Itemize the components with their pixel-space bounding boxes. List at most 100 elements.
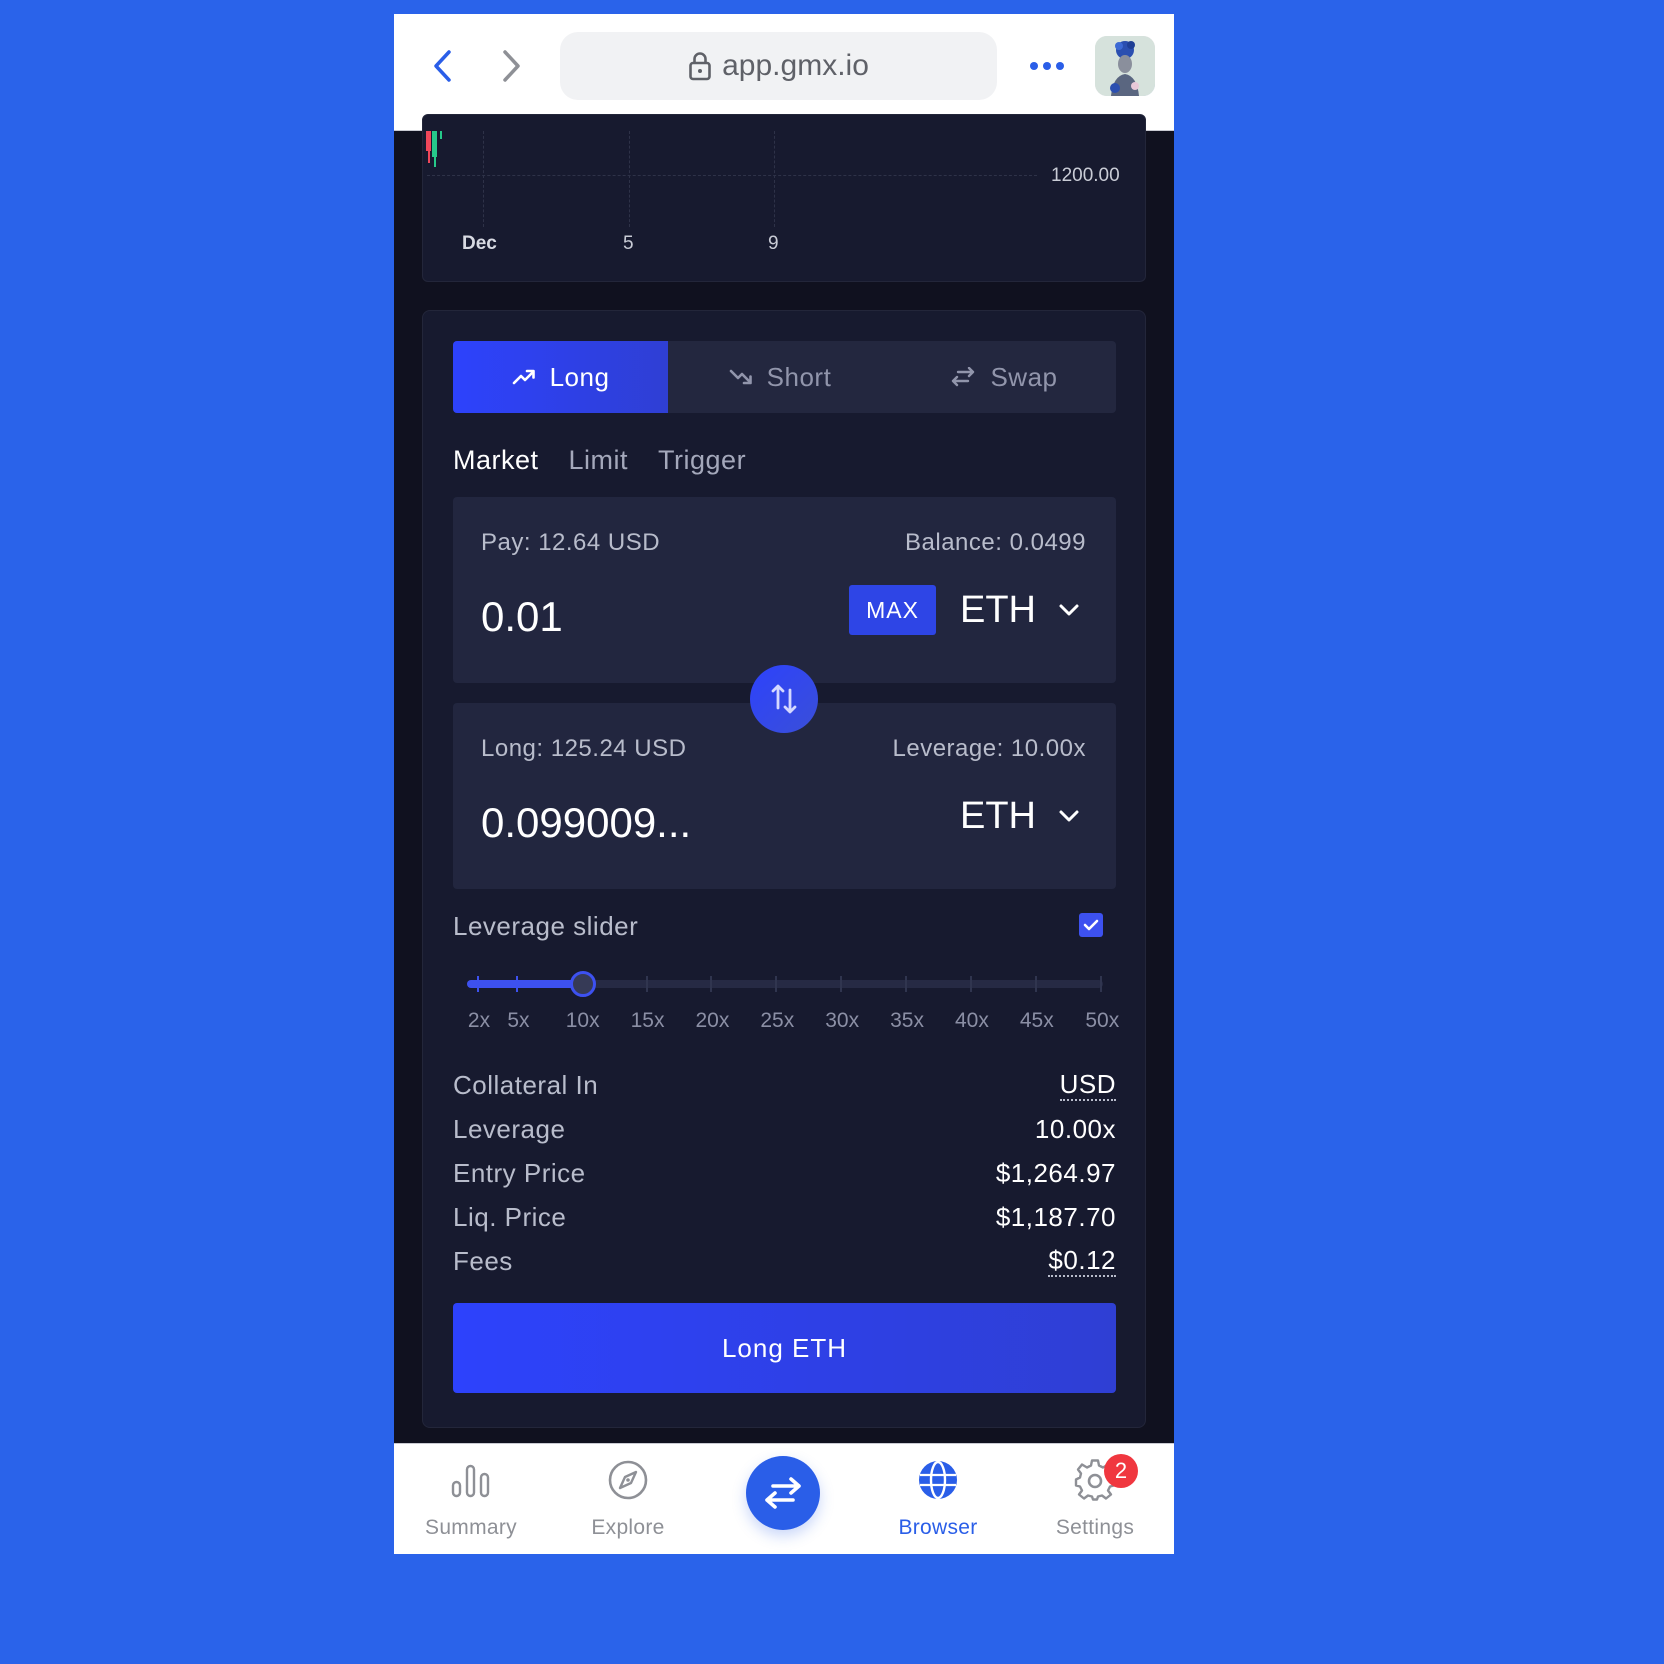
chevron-down-icon — [1059, 604, 1079, 616]
liq-price-value: $1,187.70 — [995, 1201, 1116, 1232]
token-symbol: ETH — [960, 794, 1036, 837]
nav-settings[interactable]: 2 Settings — [1030, 1454, 1160, 1548]
pay-box: Pay: 12.64 USD Balance: 0.0499 MAX ETH — [453, 497, 1116, 683]
nav-label: Explore — [591, 1516, 665, 1539]
slider-mark-label[interactable]: 15x — [631, 1009, 665, 1033]
slider-tick — [516, 976, 519, 992]
slider-mark-label[interactable]: 50x — [1085, 1009, 1119, 1033]
slider-mark-label[interactable]: 2x — [468, 1009, 490, 1033]
collateral-value[interactable]: USD — [1059, 1069, 1116, 1101]
position-info: Collateral In USD Leverage 10.00x Entry … — [453, 1063, 1116, 1283]
chevron-right-icon — [503, 50, 520, 82]
pay-amount-input[interactable] — [481, 593, 821, 641]
leverage-label: Leverage: 10.00x — [892, 735, 1086, 762]
tab-label: Swap — [990, 361, 1058, 392]
pay-usd-label: Pay: 12.64 USD — [481, 529, 661, 556]
tab-short[interactable]: Short — [668, 341, 892, 413]
info-label: Liq. Price — [453, 1201, 567, 1232]
slider-tick — [645, 976, 648, 992]
swap-arrows-icon — [952, 367, 975, 387]
leverage-slider[interactable] — [467, 971, 1103, 997]
slider-tick — [775, 976, 778, 992]
checkmark-icon — [1083, 919, 1099, 931]
tab-label: Short — [766, 361, 832, 392]
price-axis-label: 1200.00 — [1051, 165, 1120, 186]
info-label: Entry Price — [453, 1157, 586, 1188]
slider-mark-label[interactable]: 35x — [890, 1009, 924, 1033]
price-chart[interactable]: 1200.00 Dec 5 9 — [422, 114, 1146, 282]
slider-tick — [477, 976, 479, 992]
info-label: Leverage — [453, 1113, 566, 1144]
slider-mark-label[interactable]: 30x — [825, 1009, 859, 1033]
more-dot — [1043, 62, 1051, 70]
compass-icon — [608, 1460, 648, 1500]
avatar-image — [1095, 36, 1155, 96]
date-axis-label: 9 — [768, 233, 779, 254]
grid-line — [427, 175, 1037, 176]
token-symbol: ETH — [960, 588, 1036, 631]
fees-value[interactable]: $0.12 — [1048, 1245, 1116, 1277]
info-label: Collateral In — [453, 1069, 599, 1100]
nav-browser[interactable]: Browser — [873, 1458, 1003, 1548]
back-button[interactable] — [424, 48, 460, 84]
slider-tick — [1034, 976, 1037, 992]
switch-tokens-button[interactable] — [750, 665, 818, 733]
info-row-liq-price: Liq. Price $1,187.70 — [453, 1195, 1116, 1239]
long-token-select[interactable]: ETH — [960, 791, 1080, 841]
lock-icon — [689, 52, 711, 81]
nav-swap-button[interactable] — [746, 1456, 820, 1530]
leverage-value: 10.00x — [1034, 1113, 1116, 1144]
slider-mark-label[interactable]: 5x — [507, 1009, 529, 1033]
long-eth-button[interactable]: Long ETH — [453, 1303, 1116, 1393]
candle-wick — [428, 145, 430, 163]
max-button[interactable]: MAX — [849, 585, 936, 635]
tab-market[interactable]: Market — [453, 445, 539, 476]
nav-explore[interactable]: Explore — [563, 1458, 693, 1548]
order-type-tabs: Market Limit Trigger — [453, 445, 746, 476]
grid-line — [629, 131, 630, 227]
slider-mark-label[interactable]: 45x — [1020, 1009, 1054, 1033]
swap-arrows-icon — [765, 1477, 801, 1509]
slider-mark-label[interactable]: 20x — [695, 1009, 729, 1033]
tab-limit[interactable]: Limit — [569, 445, 629, 476]
slider-tick — [1100, 976, 1103, 992]
tab-long[interactable]: Long — [453, 341, 668, 413]
tab-label: Long — [549, 361, 610, 392]
nav-label: Settings — [1055, 1516, 1135, 1539]
address-bar[interactable]: app.gmx.io — [560, 32, 997, 100]
slider-mark-label[interactable]: 40x — [955, 1009, 989, 1033]
long-amount-input[interactable] — [481, 799, 821, 847]
avatar[interactable] — [1095, 36, 1155, 96]
slider-mark-label[interactable]: 10x — [566, 1009, 600, 1033]
swap-vertical-icon — [771, 684, 797, 714]
entry-price-value: $1,264.97 — [995, 1157, 1116, 1188]
bar-chart-icon — [451, 1464, 490, 1498]
tab-swap[interactable]: Swap — [892, 341, 1116, 413]
slider-mark-label[interactable]: 25x — [760, 1009, 794, 1033]
chevron-left-icon — [434, 50, 451, 82]
bottom-nav: Summary Explore Browser 2 Settings — [394, 1443, 1174, 1554]
nav-label: Summary — [425, 1516, 517, 1539]
info-row-leverage: Leverage 10.00x — [453, 1107, 1116, 1151]
grid-line — [774, 131, 775, 227]
tab-trigger[interactable]: Trigger — [658, 445, 746, 476]
info-label: Fees — [453, 1245, 513, 1276]
date-axis-label: 5 — [623, 233, 634, 254]
nav-summary[interactable]: Summary — [406, 1458, 536, 1548]
pay-token-select[interactable]: ETH — [960, 585, 1080, 635]
long-usd-label: Long: 125.24 USD — [481, 735, 687, 762]
slider-handle[interactable] — [569, 971, 596, 997]
trend-up-icon — [512, 369, 535, 385]
slider-tick — [710, 976, 713, 992]
info-row-entry-price: Entry Price $1,264.97 — [453, 1151, 1116, 1195]
slider-fill — [467, 980, 583, 988]
date-axis-label: Dec — [462, 233, 497, 254]
grid-line — [483, 131, 484, 227]
url-text: app.gmx.io — [722, 49, 869, 82]
more-options-button[interactable] — [1022, 52, 1072, 80]
trade-panel: Long Short Swap Market Limit Trigger Pay… — [422, 310, 1146, 1428]
phone-screen: app.gmx.io 1200.00 Dec 5 9 Long Short Sw… — [394, 14, 1174, 1554]
leverage-slider-checkbox[interactable] — [1079, 913, 1103, 937]
forward-button[interactable] — [494, 48, 530, 84]
position-type-tabs: Long Short Swap — [453, 341, 1116, 413]
